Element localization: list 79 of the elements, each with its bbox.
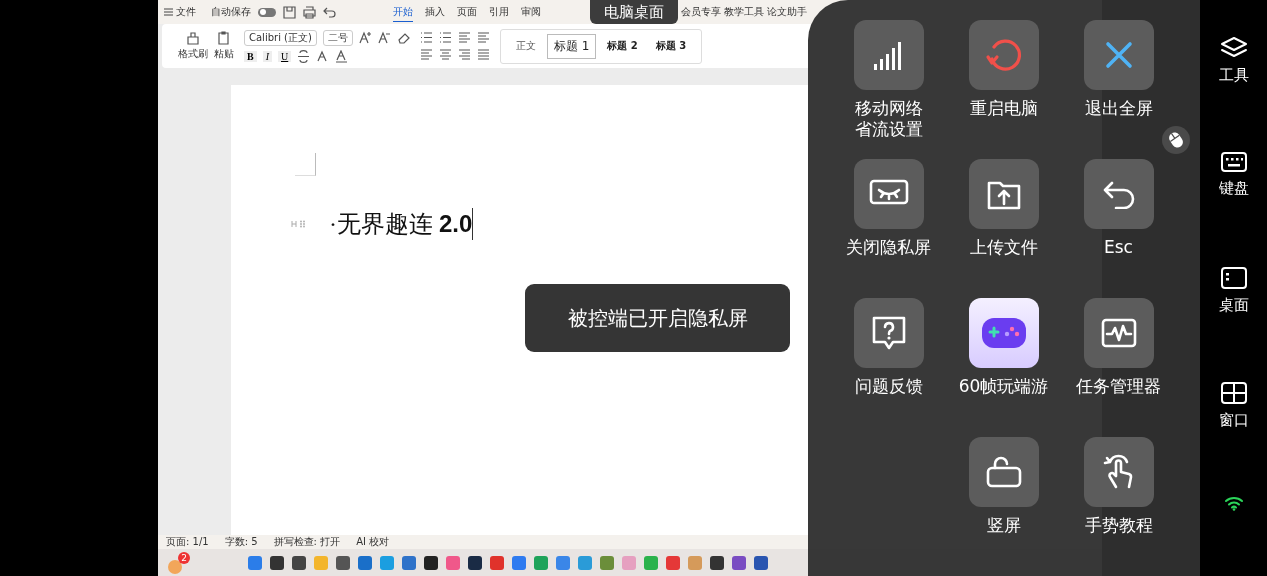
style-preset[interactable]: 标题 2 [600,35,645,57]
ribbon-tab[interactable]: 会员专享 [681,5,721,19]
italic-button[interactable]: I [262,50,272,62]
mouse-icon[interactable] [1161,125,1191,155]
autosave-label: 自动保存 [211,5,251,19]
format-painter-button[interactable]: 格式刷 [178,31,208,61]
style-preset[interactable]: 标题 1 [546,33,597,59]
page-corner-mark [295,153,316,176]
numbered-list-icon[interactable] [438,31,452,44]
ribbon-tab[interactable]: 引用 [489,2,509,22]
ribbon-tab[interactable]: 插入 [425,2,445,22]
print-icon[interactable] [303,5,316,19]
underline-button[interactable]: U [278,50,292,62]
panel-action[interactable]: 重启电脑 [946,20,1061,159]
status-item[interactable]: AI 校对 [356,535,390,549]
layers-icon [1219,36,1248,60]
gamepad-icon [979,316,1028,350]
align-right-icon[interactable] [457,48,471,61]
file-menu[interactable]: 文件 [164,5,196,19]
drag-handle-icon[interactable] [291,220,307,228]
menu-icon [164,8,173,16]
wifi-icon [1223,496,1244,511]
return-arrow-icon [1101,179,1136,209]
panel-action[interactable]: 问题反馈 [831,298,946,437]
close-icon [1104,41,1133,69]
app-icon[interactable] [468,555,482,570]
panel-action[interactable]: Esc [1061,159,1176,298]
ribbon-tab[interactable]: 教学工具 [724,5,764,19]
document-heading: ·无界趣连 2.0 [329,208,474,240]
strikethrough-icon[interactable] [297,49,311,63]
style-preset[interactable]: 正文 [508,35,543,57]
app-icon[interactable] [424,555,438,570]
panel-action[interactable]: 关闭隐私屏 [831,159,946,298]
app-icon[interactable] [754,555,768,570]
ribbon-tab[interactable]: 页面 [457,2,477,22]
app-icon[interactable] [270,555,284,570]
app-icon[interactable] [292,555,306,570]
panel-action[interactable]: 任务管理器 [1061,298,1176,437]
font-family-field[interactable]: Calibri (正文) [244,29,317,46]
remote-desktop-label: 电脑桌面 [590,0,678,24]
paste-button[interactable]: 粘贴 [214,31,234,61]
desktop-icon [1219,266,1248,290]
sidebar-item[interactable]: 键盘 [1218,151,1249,266]
status-item[interactable]: 页面: 1/1 [166,535,209,549]
sidebar-item[interactable]: 工具 [1218,36,1249,151]
style-preset[interactable]: 标题 3 [648,35,694,57]
panel-action[interactable]: 移动网络 省流设置 [831,20,946,159]
font-color-icon[interactable] [335,49,349,63]
panel-action[interactable]: 竖屏 [946,437,1061,576]
clipboard-icon [216,31,232,45]
undo-icon[interactable] [323,5,336,19]
bold-button[interactable]: B [244,50,257,62]
eraser-icon[interactable] [396,31,410,44]
panel-action[interactable]: 上传文件 [946,159,1061,298]
ribbon-tab[interactable]: 论文助手 [767,5,807,19]
pulse-monitor-icon [1100,318,1137,348]
panel-action[interactable]: 60帧玩端游 [946,298,1061,437]
status-item[interactable]: 拼写检查: 打开 [273,535,341,549]
keyboard-icon [1219,151,1248,173]
toast-message: 被控端已开启隐私屏 [525,284,790,352]
autosave-toggle[interactable] [258,7,276,17]
status-item[interactable]: 字数: 5 [224,535,258,549]
app-icon[interactable] [710,555,724,570]
ribbon-tab[interactable]: 开始 [393,2,413,22]
shrink-font-icon[interactable] [377,31,391,44]
sidebar-item[interactable]: 桌面 [1218,266,1249,381]
save-icon[interactable] [283,5,296,19]
font-size-field[interactable]: 二号 [322,29,353,46]
justify-icon[interactable] [476,48,490,61]
window-grid-icon [1219,381,1248,405]
notification-badge: 2 [178,551,190,564]
panel-action[interactable]: 退出全屏 [1061,20,1176,159]
grow-font-icon[interactable] [358,31,372,44]
question-bubble-icon [870,315,907,351]
ribbon-tab[interactable]: 审阅 [521,2,541,22]
app-icon[interactable] [336,555,350,570]
sidebar-item[interactable]: 窗口 [1218,381,1249,496]
bullet-list-icon[interactable] [419,31,433,44]
panel-action[interactable]: 手势教程 [1061,437,1176,576]
